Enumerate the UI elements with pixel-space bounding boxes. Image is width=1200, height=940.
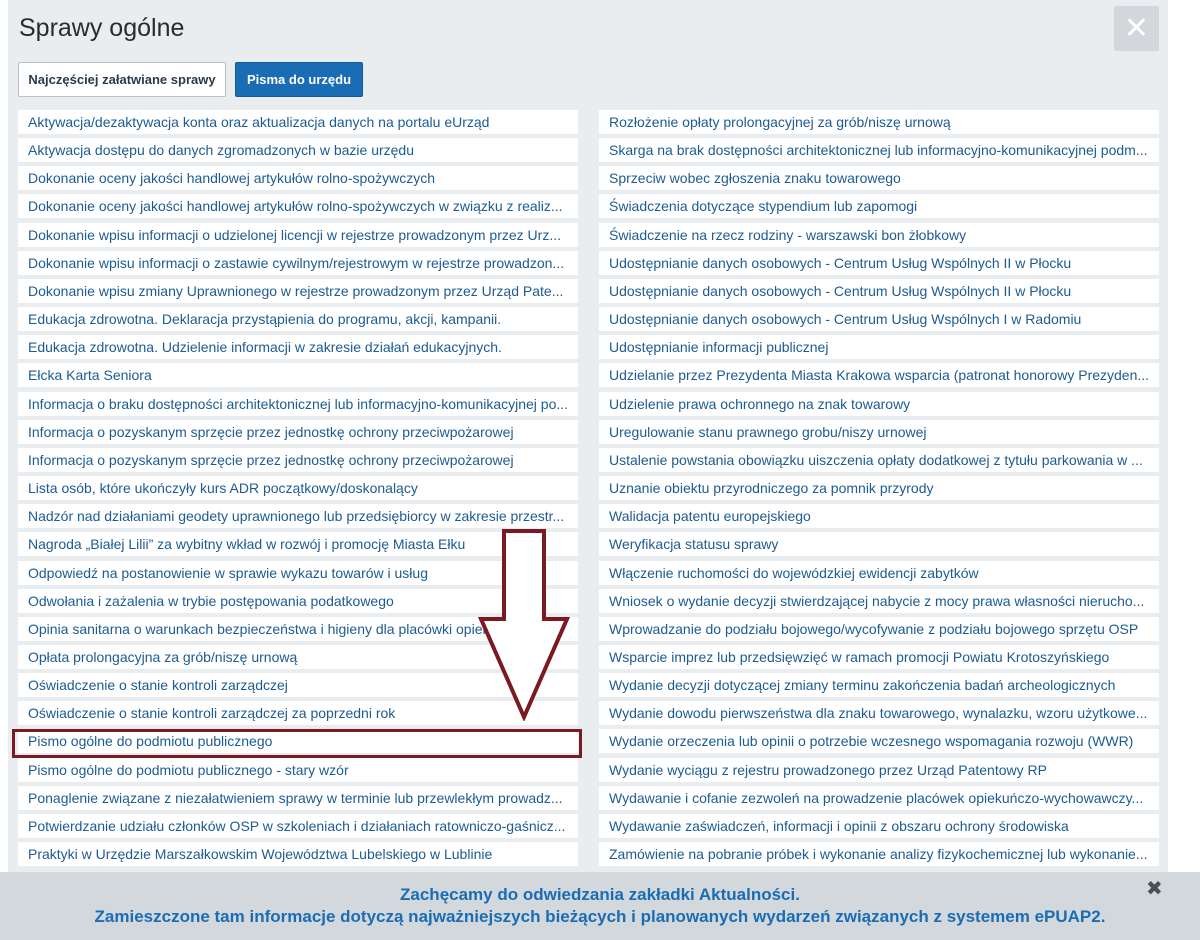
list-item[interactable]: Wydawanie i cofanie zezwoleń na prowadze…: [599, 785, 1159, 810]
case-list-right: Rozłożenie opłaty prolongacyjnej za grób…: [599, 110, 1159, 870]
list-item[interactable]: Lista osób, które ukończyły kurs ADR poc…: [18, 476, 578, 501]
banner-close-icon[interactable]: ✖: [1146, 876, 1163, 901]
list-item[interactable]: Odpowiedź na postanowienie w sprawie wyk…: [18, 560, 578, 585]
case-list-left: Aktywacja/dezaktywacja konta oraz aktual…: [18, 110, 578, 870]
list-item[interactable]: Edukacja zdrowotna. Udzielenie informacj…: [18, 335, 578, 360]
banner-line-1: Zachęcamy do odwiedzania zakładki Aktual…: [400, 885, 800, 904]
list-item[interactable]: Pismo ogólne do podmiotu publicznego: [18, 729, 578, 754]
list-item[interactable]: Wydawanie zaświadczeń, informacji i opin…: [599, 813, 1159, 838]
list-item[interactable]: Świadczenia dotyczące stypendium lub zap…: [599, 194, 1159, 219]
list-item[interactable]: Wydanie wyciągu z rejestru prowadzonego …: [599, 757, 1159, 782]
list-item[interactable]: Wydanie dowodu pierwszeństwa dla znaku t…: [599, 701, 1159, 726]
list-item[interactable]: Udzielanie przez Prezydenta Miasta Krako…: [599, 363, 1159, 388]
list-item[interactable]: Nadzór nad działaniami geodety uprawnion…: [18, 504, 578, 529]
list-item[interactable]: Informacja o pozyskanym sprzęcie przez j…: [18, 419, 578, 444]
list-item[interactable]: Uznanie obiektu przyrodniczego za pomnik…: [599, 476, 1159, 501]
list-item[interactable]: Uregulowanie stanu prawnego grobu/niszy …: [599, 419, 1159, 444]
list-item[interactable]: Ełcka Karta Seniora: [18, 363, 578, 388]
tab-letters-to-office[interactable]: Pisma do urzędu: [235, 62, 363, 97]
list-item[interactable]: Oświadczenie o stanie kontroli zarządcze…: [18, 701, 578, 726]
list-item[interactable]: Pismo ogólne do podmiotu publicznego - s…: [18, 757, 578, 782]
list-item[interactable]: Wydanie orzeczenia lub opinii o potrzebi…: [599, 729, 1159, 754]
list-item[interactable]: Informacja o braku dostępności architekt…: [18, 391, 578, 416]
list-item[interactable]: Dokonanie oceny jakości handlowej artyku…: [18, 194, 578, 219]
page-title: Sprawy ogólne: [19, 14, 185, 42]
list-item[interactable]: Wprowadzanie do podziału bojowego/wycofy…: [599, 616, 1159, 641]
list-item[interactable]: Praktyki w Urzędzie Marszałkowskim Wojew…: [18, 842, 578, 867]
list-item[interactable]: Dokonanie wpisu informacji o zastawie cy…: [18, 250, 578, 275]
list-item[interactable]: Opinia sanitarna o warunkach bezpieczeńs…: [18, 616, 578, 641]
list-item[interactable]: Odwołania i zażalenia w trybie postępowa…: [18, 588, 578, 613]
list-item[interactable]: Ustalenie powstania obowiązku uiszczenia…: [599, 447, 1159, 472]
list-item[interactable]: Udzielenie prawa ochronnego na znak towa…: [599, 391, 1159, 416]
list-item[interactable]: Dokonanie wpisu informacji o udzielonej …: [18, 222, 578, 247]
list-item[interactable]: Dokonanie wpisu zmiany Uprawnionego w re…: [18, 278, 578, 303]
list-item[interactable]: Zamówienie na pobranie próbek i wykonani…: [599, 842, 1159, 867]
list-item[interactable]: Świadczenie na rzecz rodziny - warszawsk…: [599, 222, 1159, 247]
list-item[interactable]: Udostępnianie danych osobowych - Centrum…: [599, 250, 1159, 275]
list-item[interactable]: Edukacja zdrowotna. Deklaracja przystąpi…: [18, 307, 578, 332]
close-icon: ✕: [1123, 12, 1150, 45]
list-item[interactable]: Walidacja patentu europejskiego: [599, 504, 1159, 529]
list-item[interactable]: Rozłożenie opłaty prolongacyjnej za grób…: [599, 110, 1159, 134]
banner-line-2: Zamieszczone tam informacje dotyczą najw…: [94, 907, 1106, 926]
list-item[interactable]: Oświadczenie o stanie kontroli zarządcze…: [18, 673, 578, 698]
close-button[interactable]: ✕: [1114, 6, 1159, 51]
list-item[interactable]: Skarga na brak dostępności architektonic…: [599, 138, 1159, 163]
list-item[interactable]: Opłata prolongacyjna za grób/niszę urnow…: [18, 644, 578, 669]
list-item[interactable]: Wydanie decyzji dotyczącej zmiany termin…: [599, 673, 1159, 698]
list-item[interactable]: Aktywacja/dezaktywacja konta oraz aktual…: [18, 110, 578, 134]
list-item[interactable]: Potwierdzanie udziału członków OSP w szk…: [18, 813, 578, 838]
list-item[interactable]: Dokonanie oceny jakości handlowej artyku…: [18, 166, 578, 191]
list-item[interactable]: Wsparcie imprez lub przedsięwzięć w rama…: [599, 644, 1159, 669]
list-item[interactable]: Udostępnianie informacji publicznej: [599, 335, 1159, 360]
list-item[interactable]: Weryfikacja statusu sprawy: [599, 532, 1159, 557]
list-item[interactable]: Informacja o pozyskanym sprzęcie przez j…: [18, 447, 578, 472]
tab-most-common[interactable]: Najczęściej załatwiane sprawy: [18, 62, 226, 97]
info-banner: Zachęcamy do odwiedzania zakładki Aktual…: [0, 872, 1200, 940]
list-item[interactable]: Wniosek o wydanie decyzji stwierdzającej…: [599, 588, 1159, 613]
list-item[interactable]: Udostępnianie danych osobowych - Centrum…: [599, 278, 1159, 303]
list-item[interactable]: Nagroda „Białej Lilii” za wybitny wkład …: [18, 532, 578, 557]
list-item[interactable]: Udostępnianie danych osobowych - Centrum…: [599, 307, 1159, 332]
list-item[interactable]: Aktywacja dostępu do danych zgromadzonyc…: [18, 138, 578, 163]
list-item[interactable]: Włączenie ruchomości do wojewódzkiej ewi…: [599, 560, 1159, 585]
list-item[interactable]: Ponaglenie związane z niezałatwieniem sp…: [18, 785, 578, 810]
list-item[interactable]: Sprzeciw wobec zgłoszenia znaku towarowe…: [599, 166, 1159, 191]
